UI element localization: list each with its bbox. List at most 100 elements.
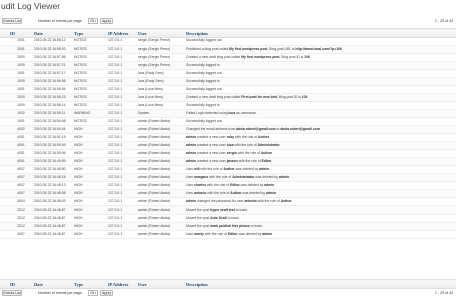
cell-description: Successfully logged out. [185,69,456,78]
description-segment: Successfully logged out. [186,118,223,123]
description-segment: My first wordpress post [241,54,280,59]
footer-header-date[interactable]: Date [33,279,73,289]
events-list-button[interactable]: Events List [2,18,22,24]
cell-user: luca (Rudy Gem) [137,69,185,78]
cell-type: NOTICE [73,117,107,127]
cell-id: 4004 [9,197,33,207]
cell-id: 4007 [9,181,33,191]
log-table-footer: ID Date Type IP Address User Description [0,279,456,289]
description-segment: Successfully logged out. [186,38,223,43]
cell-select [0,214,9,223]
cell-description: User will with the role of Author was de… [185,165,456,175]
cell-id: 1001 [9,37,33,46]
cell-id: 1000 [9,61,33,70]
description-segment: abela.robert@gmail.com [280,127,320,132]
description-segment: User [186,191,195,196]
cell-select [0,222,9,231]
cell-date: 2010-05-22 16:51:19 [33,133,73,143]
cell-date: 2010-05-22 16:49:59 [33,157,73,167]
description-segment: Created a new draft blog post called [186,94,242,99]
cell-id: 1001 [9,117,33,127]
chevron-down-icon: ▾ [94,291,96,295]
cell-description: User antonio with the role of Author was… [185,189,456,199]
description-segment: . [272,231,274,236]
description-segment: admin [186,143,196,148]
description-segment: changed the password for user [196,199,245,204]
description-segment: 104 [301,94,308,99]
description-segment: . Blog post ID is [277,94,302,99]
description-segment: with the role of [256,199,281,204]
cell-user: luca (Luca Nero) [137,101,185,110]
pagination-count: 1 - 25 of 43 [434,19,453,23]
description-segment: admin [186,151,196,156]
cell-id: 1002 [9,109,33,118]
cell-type: NOTICE [73,61,107,70]
events-list-button-bottom[interactable]: Events List [2,290,22,296]
cell-user: admin (Robert Abela) [137,189,185,199]
cell-select [0,53,9,62]
table-row: 1001 2010-05-22 16:58:12 NOTICE 127.0.0.1 se… [0,37,456,46]
description-segment: hyper draft test [210,207,235,212]
cell-user: System [137,109,185,118]
cell-id: 2001 [9,45,33,54]
cell-select [0,189,9,199]
cell-ip: 127.0.0.1 [107,61,137,70]
description-segment: with the role of [206,183,230,188]
description-segment: admin [265,191,276,196]
description-segment: Moved the post [186,207,211,212]
table-row: 2012 2010-05-22 16:46:57 HIGH 127.0.0.1 admi… [0,214,456,223]
cell-date: 2010-05-22 16:56:58 [33,77,73,86]
footer-header-description[interactable]: Description [185,279,456,289]
cell-ip: 127.0.0.1 [107,230,137,239]
per-page-value: 25 [90,19,94,23]
cell-id: 2000 [9,93,33,102]
per-page-select[interactable]: 25 ▾ [88,18,98,24]
cell-type: HIGH [73,165,107,175]
cell-date: 2010-05-22 16:48:03 [33,197,73,207]
footer-header-user[interactable]: User [137,279,185,289]
cell-user: luca (Luca Nero) [137,93,185,102]
cell-date: 2010-05-22 16:46:57 [33,222,73,231]
description-segment: Editor [227,231,238,236]
cell-user: admin (Robert Abela) [137,125,185,135]
cell-select [0,141,9,151]
cell-date: 2010-05-22 16:58:03 [33,45,73,54]
cell-ip: 127.0.0.1 [107,173,137,183]
table-row: 1000 2010-05-22 16:56:58 NOTICE 127.0.0.1 lu… [0,77,456,86]
cell-id: 4007 [9,189,33,199]
description-segment: Editor [261,159,272,164]
cell-ip: 127.0.0.1 [107,125,137,135]
cell-date: 2010-05-22 16:56:54 [33,85,73,94]
cell-date: 2010-05-22 16:57:58 [33,53,73,62]
cell-user: admin (Robert Abela) [137,117,185,127]
description-segment: as username. [235,110,257,115]
per-page-select-bottom[interactable]: 25 ▾ [88,290,98,296]
cell-type: HIGH [73,173,107,183]
chevron-down-icon: ▾ [94,19,96,23]
cell-date: 2010-05-22 16:48:50 [33,165,73,175]
cell-date: 2010-05-22 16:50:49 [33,141,73,151]
cell-user: luca (Rudy Gem) [137,77,185,86]
table-row: 4007 2010-05-22 16:48:18 HIGH 127.0.0.1 admi… [0,173,456,183]
description-segment: Failed Login detected using [186,110,229,115]
description-segment: admin [262,231,273,236]
cell-user: sergio (Sergio Perez) [137,61,185,70]
footer-header-type[interactable]: Type [73,279,107,289]
cell-type: HIGH [73,189,107,199]
description-segment: abela.robert@gmail.com [236,127,276,132]
cell-id: 4001 [9,141,33,151]
cell-user: admin (Robert Abela) [137,205,185,215]
apply-button[interactable]: Apply [100,18,113,24]
description-segment: 106 [304,54,310,59]
cell-ip: 127.0.0.1 [107,157,137,167]
apply-button-bottom[interactable]: Apply [100,290,113,296]
footer-header-ip[interactable]: IP Address [107,279,137,289]
description-segment: . [275,191,277,196]
per-page-label: Number of events per page: [38,19,83,23]
cell-select [0,77,9,86]
cell-id: 2012 [9,205,33,215]
cell-ip: 127.0.0.1 [107,85,137,94]
footer-header-id[interactable]: ID [9,279,33,289]
cell-user: sergio (Sergio Perez) [137,45,185,54]
footer-header-select[interactable] [0,279,9,289]
